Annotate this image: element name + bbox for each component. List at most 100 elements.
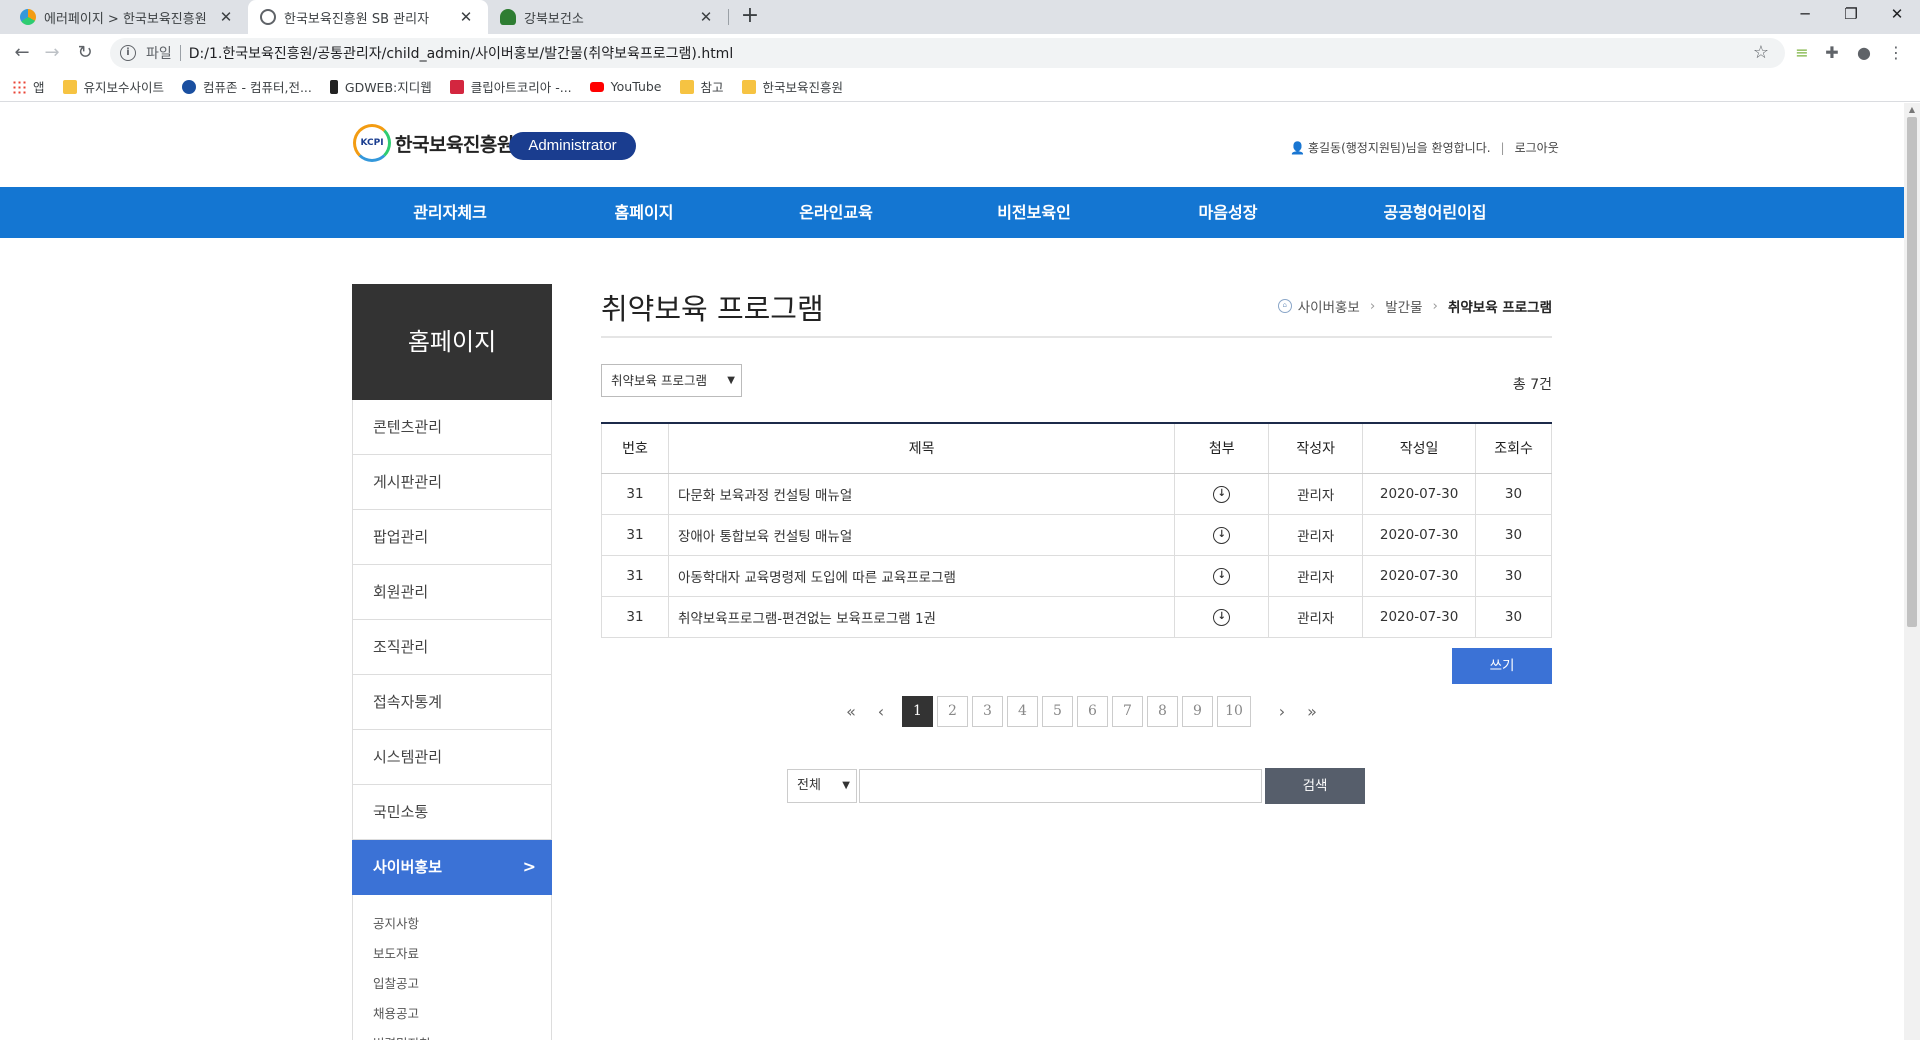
title-row: 취약보육 프로그램 ⌂ 사이버홍보 › 발간물 › 취약보육 프로그램	[601, 284, 1552, 338]
bookmark-item[interactable]: YouTube	[589, 79, 662, 94]
table-row[interactable]: 31 아동학대자 교육명령제 도입에 따른 교육프로그램 ↓ 관리자 2020-…	[601, 555, 1552, 597]
column-header: 번호	[601, 423, 669, 474]
home-icon[interactable]: ⌂	[1277, 299, 1292, 313]
close-icon[interactable]: ✕	[696, 8, 716, 26]
download-icon[interactable]: ↓	[1213, 527, 1231, 544]
folder-icon	[679, 79, 694, 94]
post-title-link[interactable]: 다문화 보육과정 컨설팅 매뉴얼	[668, 473, 1176, 515]
submenu-item-bid[interactable]: 입찰공고	[373, 969, 551, 999]
first-page-icon[interactable]: «	[836, 702, 866, 721]
search-button[interactable]: 검색	[1265, 768, 1365, 804]
reload-icon[interactable]: ↻	[71, 39, 99, 67]
bookmark-item[interactable]: 참고	[679, 77, 724, 96]
download-icon[interactable]: ↓	[1213, 609, 1231, 626]
site-logo[interactable]: KCPI 한국보육진흥원	[353, 124, 514, 162]
new-tab-button[interactable]: +	[737, 4, 763, 30]
write-button[interactable]: 쓰기	[1452, 647, 1552, 684]
chevron-down-icon: ▼	[842, 780, 850, 791]
browser-tab[interactable]: 에러페이지 > 한국보육진흥원 ✕	[8, 0, 248, 34]
gnb-item-mind-growth[interactable]: 마음성장	[1158, 187, 1298, 238]
post-title-link[interactable]: 아동학대자 교육명령제 도입에 따른 교육프로그램	[668, 555, 1176, 597]
scroll-up-icon[interactable]: ▲	[1907, 105, 1917, 114]
post-title-link[interactable]: 취약보육프로그램-편견없는 보육프로그램 1권	[668, 596, 1176, 638]
page-viewport: KCPI 한국보육진흥원 Administrator 👤 홍길동(행정지원팀)님…	[0, 103, 1904, 1040]
page-number[interactable]: 5	[1042, 696, 1073, 727]
browser-tab-active[interactable]: 한국보육진흥원 SB 관리자 ✕	[248, 0, 488, 34]
button-row: 쓰기	[601, 647, 1552, 684]
search-input[interactable]	[859, 769, 1262, 803]
bookmark-item[interactable]: 클립아트코리아 -...	[449, 77, 572, 96]
back-arrow-icon[interactable]: ←	[8, 39, 36, 67]
user-icon: 👤	[1290, 140, 1305, 155]
submenu-item-law[interactable]: 법령및지침	[373, 1029, 551, 1040]
url-scheme: 파일	[146, 46, 172, 62]
bookmark-apps[interactable]: 앱	[12, 77, 45, 96]
bookmark-item[interactable]: 컴퓨존 - 컴퓨터,전...	[182, 77, 312, 96]
search-scope-select[interactable]: 전체 ▼	[787, 769, 857, 803]
sidebar-item-communication[interactable]: 국민소통	[353, 785, 551, 840]
close-icon[interactable]: ✕	[456, 8, 476, 26]
page-number[interactable]: 9	[1182, 696, 1213, 727]
sidebar-item-popup[interactable]: 팝업관리	[353, 510, 551, 565]
gnb-item-vision-caregiver[interactable]: 비전보육인	[964, 187, 1104, 238]
gnb-item-admin-check[interactable]: 관리자체크	[380, 187, 520, 238]
logout-link[interactable]: 로그아웃	[1515, 139, 1559, 156]
gnb-item-public-daycare[interactable]: 공공형어린이집	[1355, 187, 1515, 238]
sidebar-item-visitor-stats[interactable]: 접속자통계	[353, 675, 551, 730]
next-page-icon[interactable]: ›	[1267, 702, 1297, 721]
profile-avatar-icon[interactable]: ●	[1854, 43, 1874, 63]
cell-attachment: ↓	[1174, 555, 1270, 597]
download-icon[interactable]: ↓	[1213, 568, 1231, 585]
sidebar-item-organization[interactable]: 조직관리	[353, 620, 551, 675]
page-scrollbar[interactable]: ▲	[1904, 103, 1920, 1040]
table-row[interactable]: 31 다문화 보육과정 컨설팅 매뉴얼 ↓ 관리자 2020-07-30 30	[601, 473, 1552, 515]
bookmark-item[interactable]: 한국보육진흥원	[741, 77, 843, 96]
sidebar-item-board[interactable]: 게시판관리	[353, 455, 551, 510]
page-number[interactable]: 3	[972, 696, 1003, 727]
post-title-link[interactable]: 장애아 통합보육 컨설팅 매뉴얼	[668, 514, 1176, 556]
bookmark-item[interactable]: 유지보수사이트	[62, 77, 164, 96]
page-number[interactable]: 10	[1217, 696, 1251, 727]
table-row[interactable]: 31 취약보육프로그램-편견없는 보육프로그램 1권 ↓ 관리자 2020-07…	[601, 596, 1552, 638]
gnb-item-online-education[interactable]: 온라인교육	[766, 187, 906, 238]
menu-kebab-icon[interactable]: ⋮	[1886, 43, 1906, 63]
page-number[interactable]: 6	[1077, 696, 1108, 727]
breadcrumb-item[interactable]: 발간물	[1385, 296, 1422, 316]
page-number-current[interactable]: 1	[902, 696, 933, 727]
submenu-item-press[interactable]: 보도자료	[373, 939, 551, 969]
minimize-icon[interactable]: ─	[1782, 0, 1828, 30]
bookmark-item[interactable]: GDWEB:지디웹	[329, 77, 432, 96]
page-number[interactable]: 8	[1147, 696, 1178, 727]
sidebar-item-members[interactable]: 회원관리	[353, 565, 551, 620]
breadcrumb-item[interactable]: 사이버홍보	[1298, 296, 1360, 316]
category-select[interactable]: 취약보육 프로그램 ▼	[601, 364, 742, 397]
page-number[interactable]: 7	[1112, 696, 1143, 727]
bookmark-star-icon[interactable]: ☆	[1753, 42, 1769, 63]
gnb-item-homepage[interactable]: 홈페이지	[574, 187, 714, 238]
address-bar[interactable]: i 파일 D:/1.한국보육진흥원/공통관리자/child_admin/사이버홍…	[110, 38, 1785, 68]
table-row[interactable]: 31 장애아 통합보육 컨설팅 매뉴얼 ↓ 관리자 2020-07-30 30	[601, 514, 1552, 556]
scrollbar-thumb[interactable]	[1907, 117, 1917, 627]
browser-tab[interactable]: 강북보건소 ✕	[488, 0, 728, 34]
download-icon[interactable]: ↓	[1213, 486, 1231, 503]
puzzle-icon[interactable]: ✚	[1822, 43, 1842, 63]
last-page-icon[interactable]: »	[1297, 702, 1327, 721]
close-icon[interactable]: ✕	[216, 8, 236, 26]
submenu-item-recruit[interactable]: 채용공고	[373, 999, 551, 1029]
prev-page-icon[interactable]: ‹	[866, 702, 896, 721]
page-number[interactable]: 2	[937, 696, 968, 727]
page-number[interactable]: 4	[1007, 696, 1038, 727]
category-select-value: 취약보육 프로그램	[611, 373, 707, 388]
sidebar-item-contents[interactable]: 콘텐츠관리	[353, 400, 551, 455]
submenu-item-notice[interactable]: 공지사항	[373, 909, 551, 939]
restore-icon[interactable]: ❐	[1828, 0, 1874, 30]
sidebar-item-system[interactable]: 시스템관리	[353, 730, 551, 785]
sidebar-item-cyber-pr[interactable]: 사이버홍보 >	[352, 840, 552, 895]
url-text[interactable]: D:/1.한국보육진흥원/공통관리자/child_admin/사이버홍보/발간물…	[189, 43, 733, 63]
breadcrumb-current: 취약보육 프로그램	[1447, 300, 1552, 316]
forward-arrow-icon[interactable]: →	[38, 39, 66, 67]
info-icon[interactable]: i	[120, 45, 136, 61]
extension-icon[interactable]: ≡	[1792, 43, 1812, 63]
bookmark-label: 클립아트코리아 -...	[470, 80, 572, 95]
window-close-icon[interactable]: ✕	[1874, 0, 1920, 30]
